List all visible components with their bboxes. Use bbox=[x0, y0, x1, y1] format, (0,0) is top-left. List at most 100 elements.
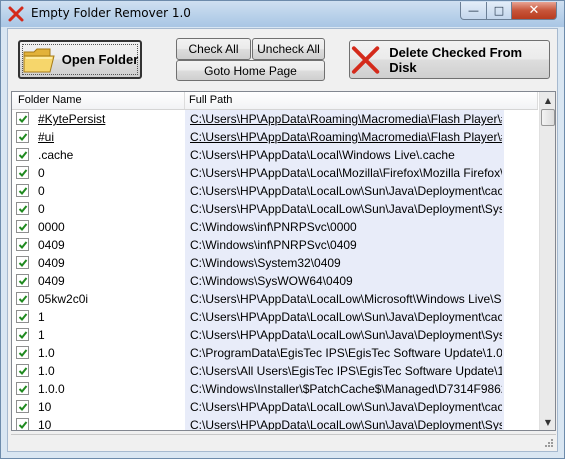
folder-name-cell: 0000 bbox=[38, 220, 65, 234]
full-path-cell: C:\Users\HP\AppData\Roaming\Macromedia\F… bbox=[190, 130, 502, 144]
checkmark-icon bbox=[18, 313, 28, 321]
uncheck-all-button[interactable]: Uncheck All bbox=[252, 38, 325, 60]
checkmark-icon bbox=[18, 385, 28, 393]
table-row[interactable]: 1 C:\Users\HP\AppData\LocalLow\Sun\Java\D… bbox=[12, 326, 538, 344]
row-checkbox[interactable] bbox=[16, 274, 29, 287]
row-checkbox[interactable] bbox=[16, 346, 29, 359]
row-checkbox[interactable] bbox=[16, 328, 29, 341]
table-row[interactable]: 0 C:\Users\HP\AppData\Local\Mozilla\Firef… bbox=[12, 164, 538, 182]
column-header-folder-name[interactable]: Folder Name bbox=[18, 94, 82, 106]
list-header: Folder Name Full Path bbox=[12, 92, 538, 110]
folder-name-cell: 0409 bbox=[38, 256, 65, 270]
app-icon bbox=[8, 6, 24, 22]
table-row[interactable]: #ui C:\Users\HP\AppData\Roaming\Macromedi… bbox=[12, 128, 538, 146]
window-title: Empty Folder Remover 1.0 bbox=[31, 6, 191, 20]
row-checkbox[interactable] bbox=[16, 364, 29, 377]
row-checkbox[interactable] bbox=[16, 382, 29, 395]
folder-name-cell: #ui bbox=[38, 130, 55, 144]
folder-name-cell: 0 bbox=[38, 166, 45, 180]
client-area: Open Folder Check All Uncheck All Goto H… bbox=[7, 28, 558, 452]
row-checkbox[interactable] bbox=[16, 202, 29, 215]
table-row[interactable]: 1.0 C:\ProgramData\EgisTec IPS\EgisTec So… bbox=[12, 344, 538, 362]
folder-name-cell: 1 bbox=[38, 328, 45, 342]
table-row[interactable]: #KytePersist C:\Users\HP\AppData\Roaming\… bbox=[12, 110, 538, 128]
scroll-thumb[interactable] bbox=[541, 109, 555, 126]
table-row[interactable]: 1 C:\Users\HP\AppData\LocalLow\Sun\Java\D… bbox=[12, 308, 538, 326]
folder-name-cell: 0 bbox=[38, 184, 45, 198]
checkmark-icon bbox=[18, 403, 28, 411]
table-row[interactable]: .cache C:\Users\HP\AppData\Local\Windows … bbox=[12, 146, 538, 164]
folder-name-cell: 0409 bbox=[38, 238, 65, 252]
maximize-button[interactable]: □ bbox=[486, 2, 512, 20]
row-checkbox[interactable] bbox=[16, 184, 29, 197]
table-row[interactable]: 05kw2c0i C:\Users\HP\AppData\LocalLow\Mic… bbox=[12, 290, 538, 308]
row-checkbox[interactable] bbox=[16, 400, 29, 413]
table-row[interactable]: 0409 C:\Windows\System32\0409 bbox=[12, 254, 538, 272]
folder-name-cell: 10 bbox=[38, 418, 52, 431]
close-button[interactable]: ✕ bbox=[511, 2, 557, 20]
row-checkbox[interactable] bbox=[16, 256, 29, 269]
folder-name-cell: 1 bbox=[38, 310, 45, 324]
checkmark-icon bbox=[18, 187, 28, 195]
checkmark-icon bbox=[18, 151, 28, 159]
full-path-cell: C:\Windows\SysWOW64\0409 bbox=[190, 274, 353, 288]
table-row[interactable]: 0409 C:\Windows\inf\PNRPSvc\0409 bbox=[12, 236, 538, 254]
open-folder-button[interactable]: Open Folder bbox=[18, 40, 142, 79]
vertical-scrollbar[interactable]: ▲ ▼ bbox=[539, 92, 555, 430]
full-path-cell: C:\Users\HP\AppData\LocalLow\Sun\Java\De… bbox=[190, 202, 502, 216]
row-checkbox[interactable] bbox=[16, 166, 29, 179]
row-checkbox[interactable] bbox=[16, 112, 29, 125]
checkmark-icon bbox=[18, 367, 28, 375]
folder-name-cell: .cache bbox=[38, 148, 74, 162]
full-path-cell: C:\Users\HP\AppData\LocalLow\Sun\Java\De… bbox=[190, 328, 502, 342]
goto-home-page-button[interactable]: Goto Home Page bbox=[176, 60, 325, 81]
table-row[interactable]: 0000 C:\Windows\inf\PNRPSvc\0000 bbox=[12, 218, 538, 236]
checkmark-icon bbox=[18, 133, 28, 141]
checkmark-icon bbox=[18, 295, 28, 303]
row-checkbox[interactable] bbox=[16, 292, 29, 305]
row-checkbox[interactable] bbox=[16, 238, 29, 251]
full-path-cell: C:\Users\HP\AppData\Local\Windows Live\.… bbox=[190, 148, 455, 162]
column-divider[interactable] bbox=[537, 92, 538, 109]
delete-checked-label: Delete Checked From Disk bbox=[389, 44, 523, 75]
column-header-full-path[interactable]: Full Path bbox=[189, 94, 232, 106]
app-window: Empty Folder Remover 1.0 — □ ✕ Open Fold… bbox=[0, 0, 565, 459]
full-path-cell: C:\Windows\Installer\$PatchCache$\Manage… bbox=[190, 382, 502, 396]
table-row[interactable]: 1.0.0 C:\Windows\Installer\$PatchCache$\M… bbox=[12, 380, 538, 398]
row-checkbox[interactable] bbox=[16, 418, 29, 430]
scroll-down-arrow-icon[interactable]: ▼ bbox=[540, 414, 555, 430]
table-row[interactable]: 0409 C:\Windows\SysWOW64\0409 bbox=[12, 272, 538, 290]
checkmark-icon bbox=[18, 259, 28, 267]
resize-grip-icon[interactable] bbox=[544, 438, 554, 448]
checkmark-icon bbox=[18, 277, 28, 285]
folder-list[interactable]: Folder Name Full Path #KytePersist C:\Use… bbox=[11, 91, 556, 431]
folder-name-cell: 1.0.0 bbox=[38, 382, 65, 396]
full-path-cell: C:\Users\HP\AppData\LocalLow\Sun\Java\De… bbox=[190, 310, 502, 324]
row-checkbox[interactable] bbox=[16, 130, 29, 143]
full-path-cell: C:\Users\All Users\EgisTec IPS\EgisTec S… bbox=[190, 364, 502, 378]
folder-name-cell: 10 bbox=[38, 400, 52, 414]
table-row[interactable]: 1.0 C:\Users\All Users\EgisTec IPS\EgisTe… bbox=[12, 362, 538, 380]
table-row[interactable]: 10 C:\Users\HP\AppData\LocalLow\Sun\Java\… bbox=[12, 416, 538, 431]
row-checkbox[interactable] bbox=[16, 310, 29, 323]
table-row[interactable]: 0 C:\Users\HP\AppData\LocalLow\Sun\Java\D… bbox=[12, 182, 538, 200]
delete-x-icon bbox=[351, 45, 380, 74]
checkmark-icon bbox=[18, 115, 28, 123]
scroll-up-arrow-icon[interactable]: ▲ bbox=[540, 92, 555, 108]
table-row[interactable]: 10 C:\Users\HP\AppData\LocalLow\Sun\Java\… bbox=[12, 398, 538, 416]
full-path-cell: C:\Users\HP\AppData\Roaming\Macromedia\F… bbox=[190, 112, 502, 126]
title-bar[interactable]: Empty Folder Remover 1.0 — □ ✕ bbox=[1, 1, 564, 27]
folder-name-cell: 0 bbox=[38, 202, 45, 216]
delete-checked-button[interactable]: Delete Checked From Disk bbox=[349, 40, 550, 79]
column-divider[interactable] bbox=[184, 92, 185, 109]
minimize-button[interactable]: — bbox=[460, 2, 487, 20]
folder-name-cell: 1.0 bbox=[38, 346, 55, 360]
row-checkbox[interactable] bbox=[16, 220, 29, 233]
row-checkbox[interactable] bbox=[16, 148, 29, 161]
check-all-button[interactable]: Check All bbox=[176, 38, 251, 60]
full-path-cell: C:\Users\HP\AppData\LocalLow\Microsoft\W… bbox=[190, 292, 502, 306]
folder-name-cell: #KytePersist bbox=[38, 112, 106, 126]
table-row[interactable]: 0 C:\Users\HP\AppData\LocalLow\Sun\Java\D… bbox=[12, 200, 538, 218]
checkmark-icon bbox=[18, 169, 28, 177]
folder-name-cell: 1.0 bbox=[38, 364, 55, 378]
